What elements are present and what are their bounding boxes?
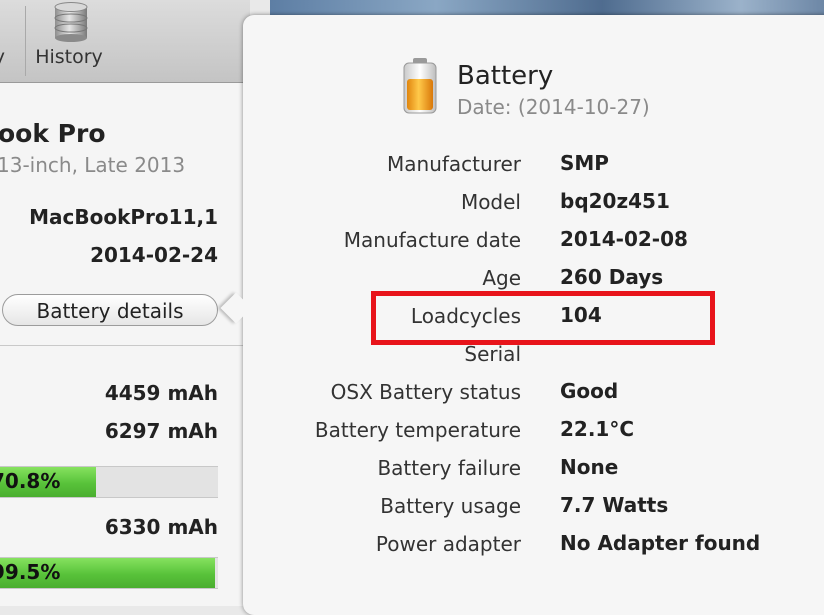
info-value: bq20z451 xyxy=(560,189,670,213)
info-label: Manufacture date xyxy=(343,228,521,252)
toolbar-item-previous-label: ry xyxy=(0,46,5,68)
info-row-osx-status: OSX Battery status Good xyxy=(260,373,820,411)
info-label: Battery temperature xyxy=(314,418,521,442)
info-value: 260 Days xyxy=(560,265,664,289)
info-label: Age xyxy=(482,266,521,290)
toolbar-item-history-label: History xyxy=(35,46,103,68)
charge-progress-text: 70.8% xyxy=(0,469,61,493)
design-capacity-value: 6330 mAh xyxy=(104,515,218,539)
info-row-usage: Battery usage 7.7 Watts xyxy=(260,487,820,525)
popover-date: Date: (2014-10-27) xyxy=(457,95,650,119)
info-row-manufacture-date: Manufacture date 2014-02-08 xyxy=(260,221,820,259)
full-charge-capacity-value: 6297 mAh xyxy=(104,419,218,443)
info-value: 2014-02-08 xyxy=(560,227,688,251)
info-label: Manufacturer xyxy=(387,152,521,176)
toolbar-separator xyxy=(25,6,26,76)
info-row-manufacturer: Manufacturer SMP xyxy=(260,145,820,183)
info-label: Battery usage xyxy=(380,494,521,518)
loadcycles-highlight-box xyxy=(371,291,715,345)
health-progress-bar: 99.5% xyxy=(0,557,218,589)
current-capacity-value: 4459 mAh xyxy=(104,381,218,405)
info-label: Model xyxy=(460,190,521,214)
purchase-date: 2014-02-24 xyxy=(90,243,218,267)
popover-title: Battery xyxy=(457,61,554,91)
info-value: 7.7 Watts xyxy=(560,493,669,517)
info-row-model: Model bq20z451 xyxy=(260,183,820,221)
info-label: OSX Battery status xyxy=(330,380,521,404)
info-label: Serial xyxy=(464,342,521,366)
main-pane: ook Pro 13-inch, Late 2013 MacBookPro11,… xyxy=(0,83,243,606)
info-row-failure: Battery failure None xyxy=(260,449,820,487)
model-identifier: MacBookPro11,1 xyxy=(29,205,218,229)
window-toolbar: ry History xyxy=(0,0,250,83)
popover-arrow-cover xyxy=(243,286,259,330)
info-row-temperature: Battery temperature 22.1°C xyxy=(260,411,820,449)
info-label: Power adapter xyxy=(375,532,521,556)
model-subtitle: 13-inch, Late 2013 xyxy=(0,153,186,177)
battery-icon xyxy=(403,58,437,114)
charge-progress-bar: 70.8% xyxy=(0,466,218,498)
info-label: Battery failure xyxy=(377,456,521,480)
info-row-power-adapter: Power adapter No Adapter found xyxy=(260,525,820,563)
info-value: 22.1°C xyxy=(560,417,635,441)
database-icon xyxy=(54,2,88,42)
model-name: ook Pro xyxy=(0,119,106,148)
info-value: None xyxy=(560,455,619,479)
section-divider xyxy=(0,345,243,346)
info-value: Good xyxy=(560,379,619,403)
info-value: No Adapter found xyxy=(560,531,761,555)
battery-details-button[interactable]: Battery details xyxy=(2,294,218,326)
health-progress-text: 99.5% xyxy=(0,560,61,584)
info-value: SMP xyxy=(560,151,609,175)
